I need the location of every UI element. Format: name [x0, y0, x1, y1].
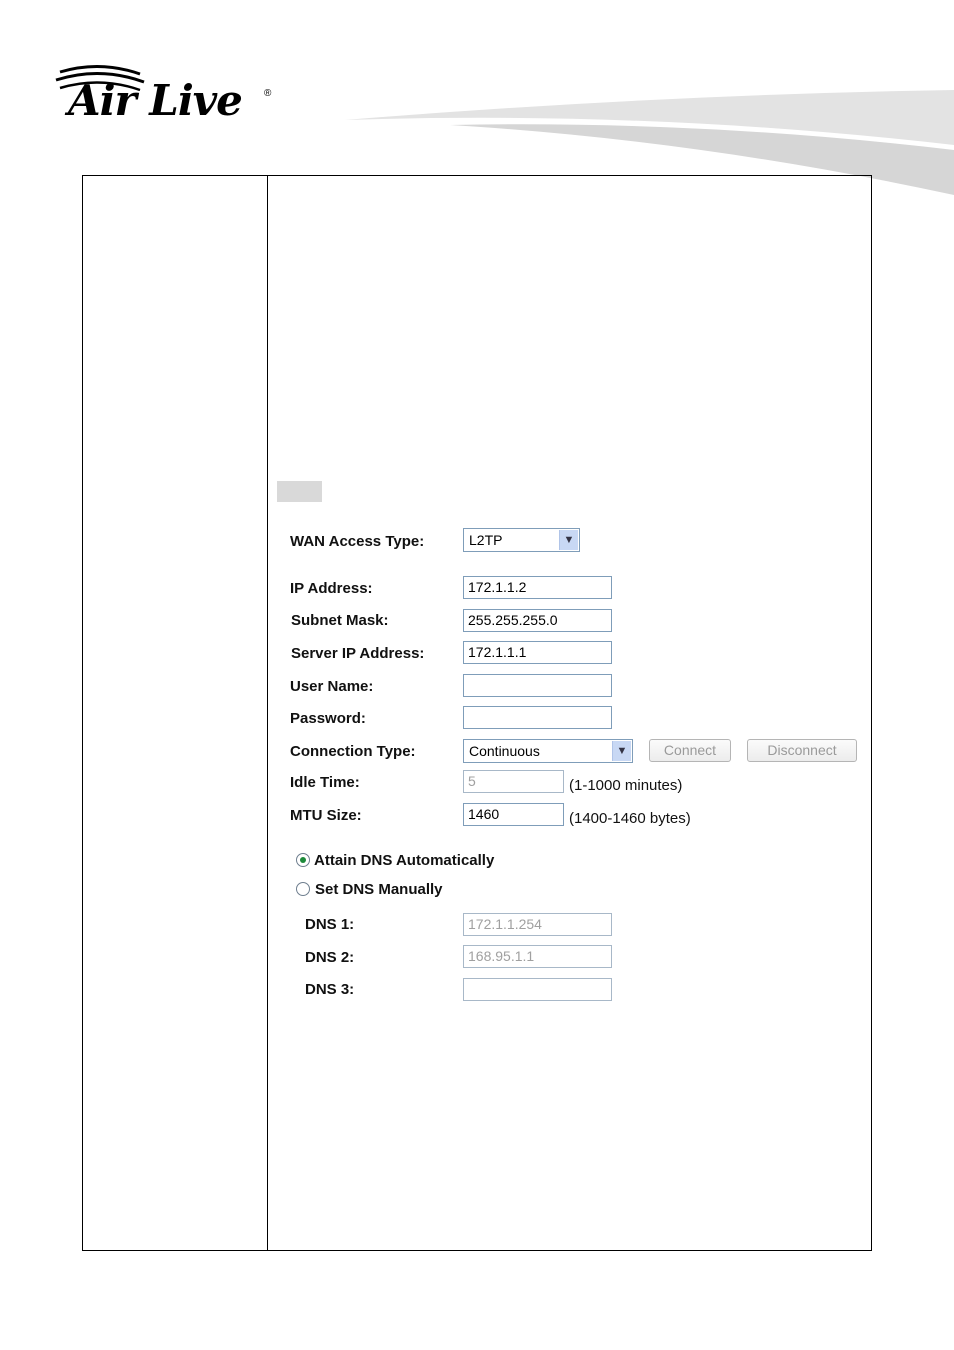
idle-time-hint: (1-1000 minutes) — [569, 777, 683, 794]
connection-type-label: Connection Type: — [290, 743, 416, 760]
wan-access-type-value: L2TP — [469, 532, 503, 548]
dns3-label: DNS 3: — [305, 981, 355, 998]
logo-text: Air Live — [68, 76, 243, 125]
mtu-size-hint: (1400-1460 bytes) — [569, 810, 691, 827]
dns1-label: DNS 1: — [305, 916, 355, 933]
mtu-size-input[interactable]: 1460 — [463, 803, 564, 826]
server-ip-input[interactable]: 172.1.1.1 — [463, 641, 612, 664]
connect-button[interactable]: Connect — [649, 739, 731, 762]
ip-address-input[interactable]: 172.1.1.2 — [463, 576, 612, 599]
dns-auto-radio[interactable] — [296, 853, 310, 867]
subnet-mask-label: Subnet Mask: — [291, 612, 389, 629]
chevron-down-icon[interactable]: ▼ — [612, 741, 631, 761]
connection-type-value: Continuous — [469, 743, 540, 759]
disconnect-button[interactable]: Disconnect — [747, 739, 857, 762]
subnet-mask-input[interactable]: 255.255.255.0 — [463, 609, 612, 632]
password-label: Password: — [290, 710, 366, 727]
header: Air Live ® — [0, 0, 954, 200]
registered-mark: ® — [264, 88, 272, 99]
idle-time-label: Idle Time: — [290, 774, 360, 791]
dns-manual-label: Set DNS Manually — [315, 881, 443, 898]
wan-access-type-select[interactable]: L2TP ▼ — [463, 528, 580, 552]
chevron-down-icon[interactable]: ▼ — [559, 530, 578, 550]
table-column-divider — [267, 175, 268, 1251]
ip-address-label: IP Address: — [290, 580, 373, 597]
dns-manual-radio[interactable] — [296, 882, 310, 896]
dns-auto-label: Attain DNS Automatically — [314, 852, 495, 869]
idle-time-input[interactable]: 5 — [463, 770, 564, 793]
password-input[interactable] — [463, 706, 612, 729]
server-ip-label: Server IP Address: — [291, 645, 425, 662]
mtu-size-label: MTU Size: — [290, 807, 362, 824]
dns3-input[interactable] — [463, 978, 612, 1001]
dns2-label: DNS 2: — [305, 949, 355, 966]
dns1-input[interactable]: 172.1.1.254 — [463, 913, 612, 936]
user-name-label: User Name: — [290, 678, 374, 695]
connection-type-select[interactable]: Continuous ▼ — [463, 739, 633, 763]
screenshot-caption-chip — [277, 481, 322, 502]
dns2-input[interactable]: 168.95.1.1 — [463, 945, 612, 968]
wan-access-type-label: WAN Access Type: — [290, 533, 425, 550]
user-name-input[interactable] — [463, 674, 612, 697]
